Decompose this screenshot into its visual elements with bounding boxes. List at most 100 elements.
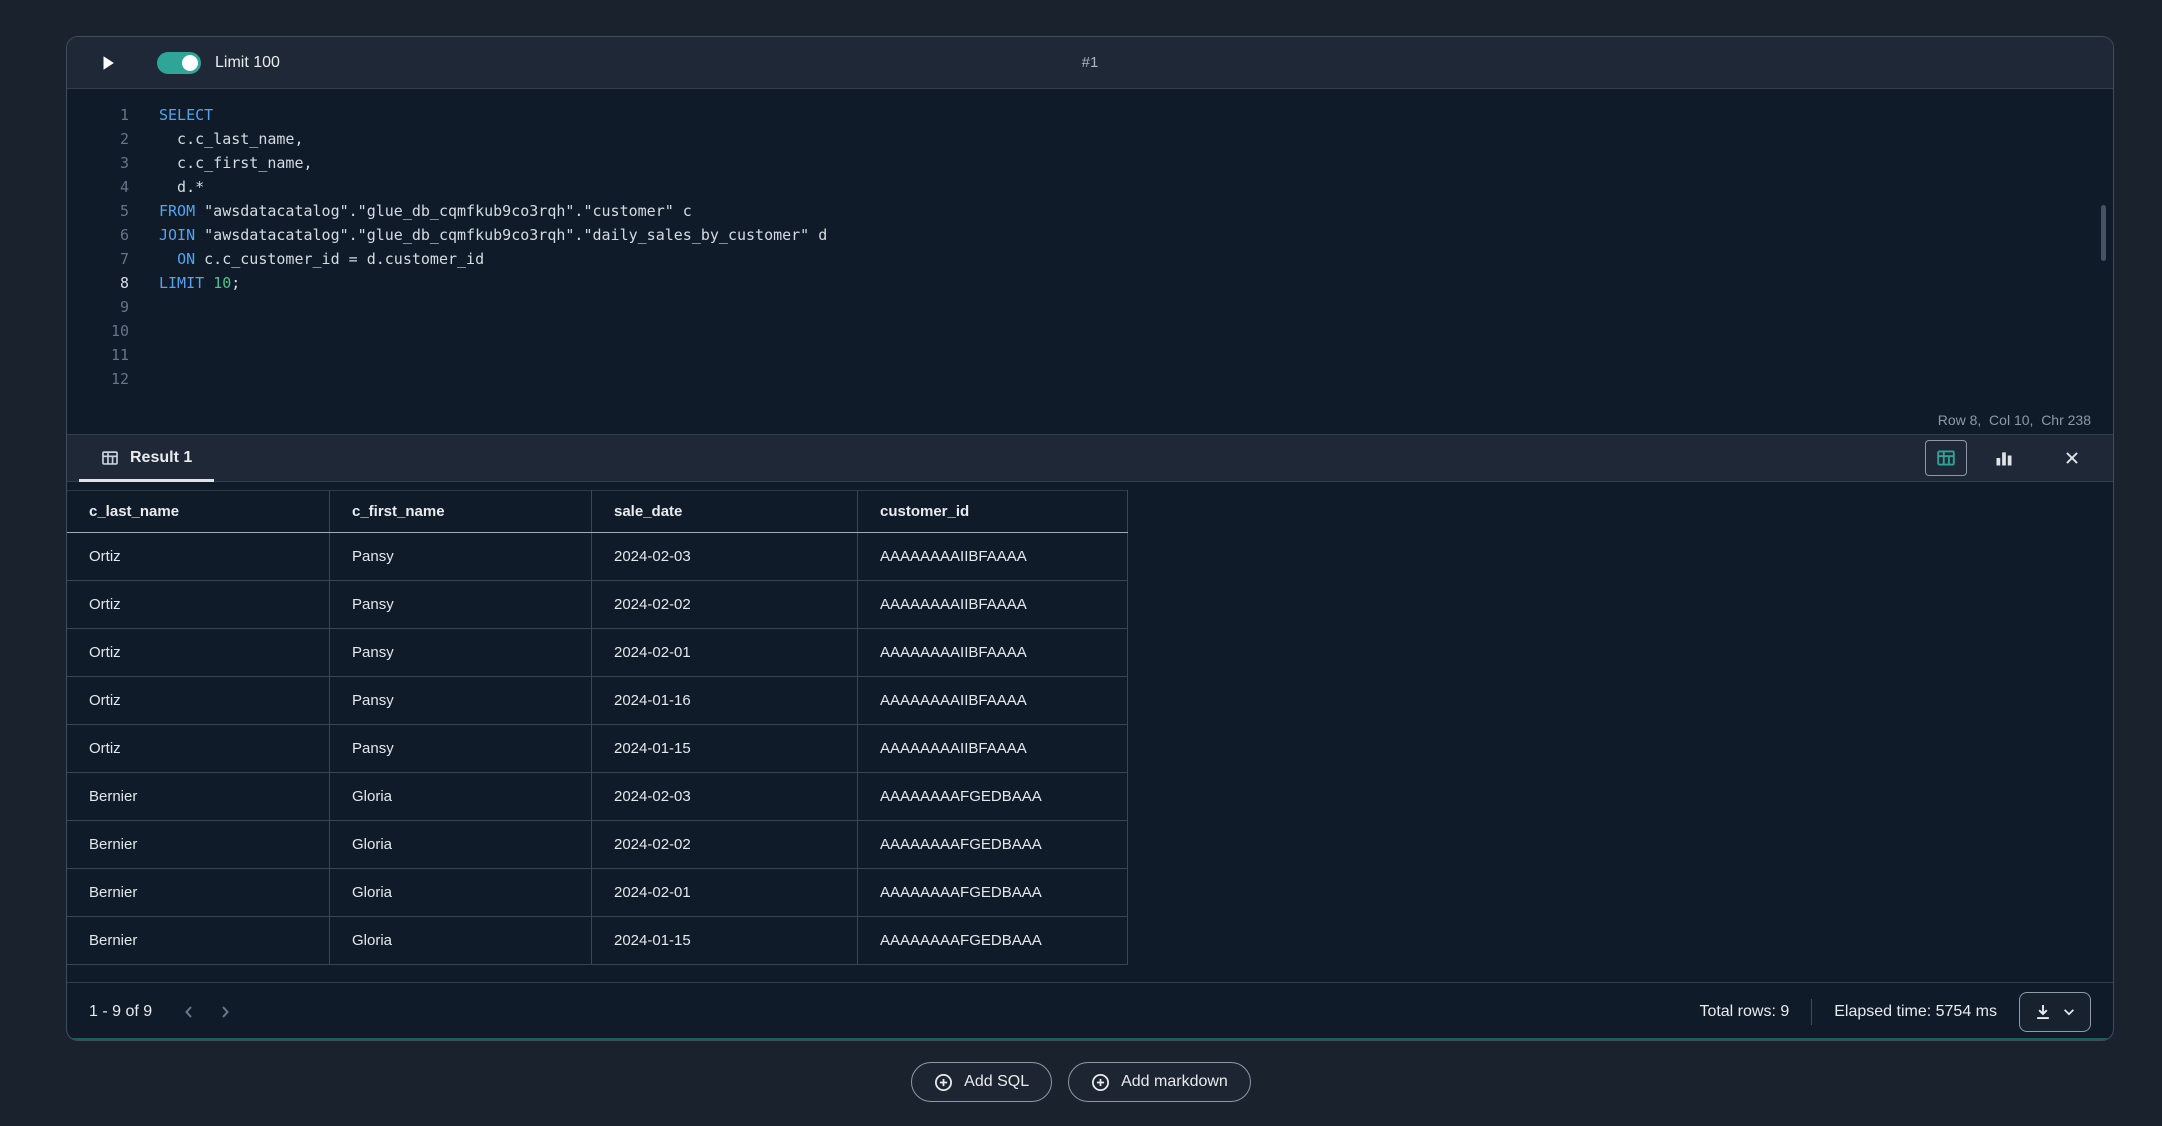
footer-stats: Total rows: 9 Elapsed time: 5754 ms [1699,992,2091,1032]
code-line[interactable]: 1SELECT [67,103,2113,127]
add-markdown-label: Add markdown [1121,1073,1228,1091]
column-header: customer_id [858,491,1128,533]
code-line[interactable]: 8LIMIT 10; [67,271,2113,295]
table-cell: Pansy [330,533,592,581]
line-number: 10 [67,319,159,343]
table-cell: Gloria [330,773,592,821]
code-text: ON c.c_customer_id = d.customer_id [159,247,484,271]
footer-divider [1811,999,1812,1025]
table-cell: AAAAAAAAFGEDBAAA [858,821,1128,869]
column-header: sale_date [592,491,858,533]
line-number: 6 [67,223,159,247]
line-number: 2 [67,127,159,151]
view-controls [1925,435,2113,481]
pagination-info: 1 - 9 of 9 [89,1003,152,1021]
code-line[interactable]: 12 [67,367,2113,391]
table-cell: Ortiz [67,677,330,725]
sql-editor[interactable]: 1SELECT2 c.c_last_name,3 c.c_first_name,… [67,89,2113,406]
code-lines: 1SELECT2 c.c_last_name,3 c.c_first_name,… [67,103,2113,391]
code-line[interactable]: 2 c.c_last_name, [67,127,2113,151]
table-row: OrtizPansy2024-02-02AAAAAAAAIIBFAAAA [67,581,1128,629]
table-cell: 2024-02-03 [592,533,858,581]
cell-number-label: #1 [67,54,2113,71]
download-results-button[interactable] [2019,992,2091,1032]
next-page-button[interactable] [210,997,240,1027]
code-text: LIMIT 10; [159,271,240,295]
chevron-left-icon [181,1004,197,1020]
table-cell: AAAAAAAAIIBFAAAA [858,533,1128,581]
run-query-button[interactable] [93,48,123,78]
code-line[interactable]: 10 [67,319,2113,343]
toggle-switch-icon [157,52,201,74]
plus-circle-icon [934,1073,953,1092]
code-line[interactable]: 4 d.* [67,175,2113,199]
table-cell: Bernier [67,773,330,821]
table-cell: 2024-02-02 [592,581,858,629]
table-cell: Bernier [67,917,330,965]
table-cell: Ortiz [67,725,330,773]
limit-toggle-label: Limit 100 [215,54,280,72]
code-text: c.c_first_name, [159,151,313,175]
line-number: 7 [67,247,159,271]
code-line[interactable]: 5FROM "awsdatacatalog"."glue_db_cqmfkub9… [67,199,2113,223]
table-row: BernierGloria2024-01-15AAAAAAAAFGEDBAAA [67,917,1128,965]
close-icon [2063,449,2081,467]
table-cell: Bernier [67,869,330,917]
table-cell: Bernier [67,821,330,869]
limit-toggle[interactable]: Limit 100 [157,52,280,74]
table-cell: Pansy [330,581,592,629]
table-header-row: c_last_namec_first_namesale_datecustomer… [67,491,1128,533]
code-text: SELECT [159,103,213,127]
table-cell: Gloria [330,821,592,869]
code-line[interactable]: 3 c.c_first_name, [67,151,2113,175]
play-icon [99,54,117,72]
table-cell: Gloria [330,917,592,965]
add-sql-label: Add SQL [964,1073,1029,1091]
chevron-right-icon [217,1004,233,1020]
column-header: c_first_name [330,491,592,533]
prev-page-button[interactable] [174,997,204,1027]
line-number: 1 [67,103,159,127]
plus-circle-icon [1091,1073,1110,1092]
tab-result-label: Result 1 [130,449,192,467]
line-number: 8 [67,271,159,295]
table-cell: AAAAAAAAFGEDBAAA [858,869,1128,917]
cursor-status: Row 8, Col 10, Chr 238 [67,406,2113,434]
add-sql-button[interactable]: Add SQL [911,1062,1052,1102]
code-text: d.* [159,175,204,199]
table-row: OrtizPansy2024-01-15AAAAAAAAIIBFAAAA [67,725,1128,773]
code-line[interactable]: 7 ON c.c_customer_id = d.customer_id [67,247,2113,271]
table-cell: AAAAAAAAIIBFAAAA [858,677,1128,725]
pager [174,997,240,1027]
code-line[interactable]: 9 [67,295,2113,319]
results-tabbar: Result 1 [67,434,2113,482]
add-markdown-button[interactable]: Add markdown [1068,1062,1251,1102]
table-cell: Pansy [330,725,592,773]
table-cell: AAAAAAAAFGEDBAAA [858,773,1128,821]
tab-result-1[interactable]: Result 1 [79,435,214,481]
table-cell: AAAAAAAAIIBFAAAA [858,725,1128,773]
table-cell: 2024-01-16 [592,677,858,725]
line-number: 9 [67,295,159,319]
table-view-button[interactable] [1925,440,1967,476]
results-table: c_last_namec_first_namesale_datecustomer… [67,490,1128,965]
table-row: OrtizPansy2024-02-03AAAAAAAAIIBFAAAA [67,533,1128,581]
code-text: JOIN "awsdatacatalog"."glue_db_cqmfkub9c… [159,223,827,247]
table-cell: 2024-02-02 [592,821,858,869]
table-cell: 2024-02-01 [592,869,858,917]
elapsed-time-label: Elapsed time: 5754 ms [1834,1003,1997,1021]
table-cell: Ortiz [67,629,330,677]
code-line[interactable]: 11 [67,343,2113,367]
close-results-button[interactable] [2055,441,2089,475]
table-cell: 2024-02-01 [592,629,858,677]
table-view-icon [1936,448,1956,468]
line-number: 3 [67,151,159,175]
line-number: 4 [67,175,159,199]
line-number: 12 [67,367,159,391]
code-line[interactable]: 6JOIN "awsdatacatalog"."glue_db_cqmfkub9… [67,223,2113,247]
sql-notebook-cell: Limit 100 #1 1SELECT2 c.c_last_name,3 c.… [66,36,2114,1041]
code-text: FROM "awsdatacatalog"."glue_db_cqmfkub9c… [159,199,692,223]
editor-scrollbar[interactable] [2101,205,2106,261]
cell-toolbar: Limit 100 #1 [67,37,2113,89]
chart-view-button[interactable] [1983,440,2025,476]
